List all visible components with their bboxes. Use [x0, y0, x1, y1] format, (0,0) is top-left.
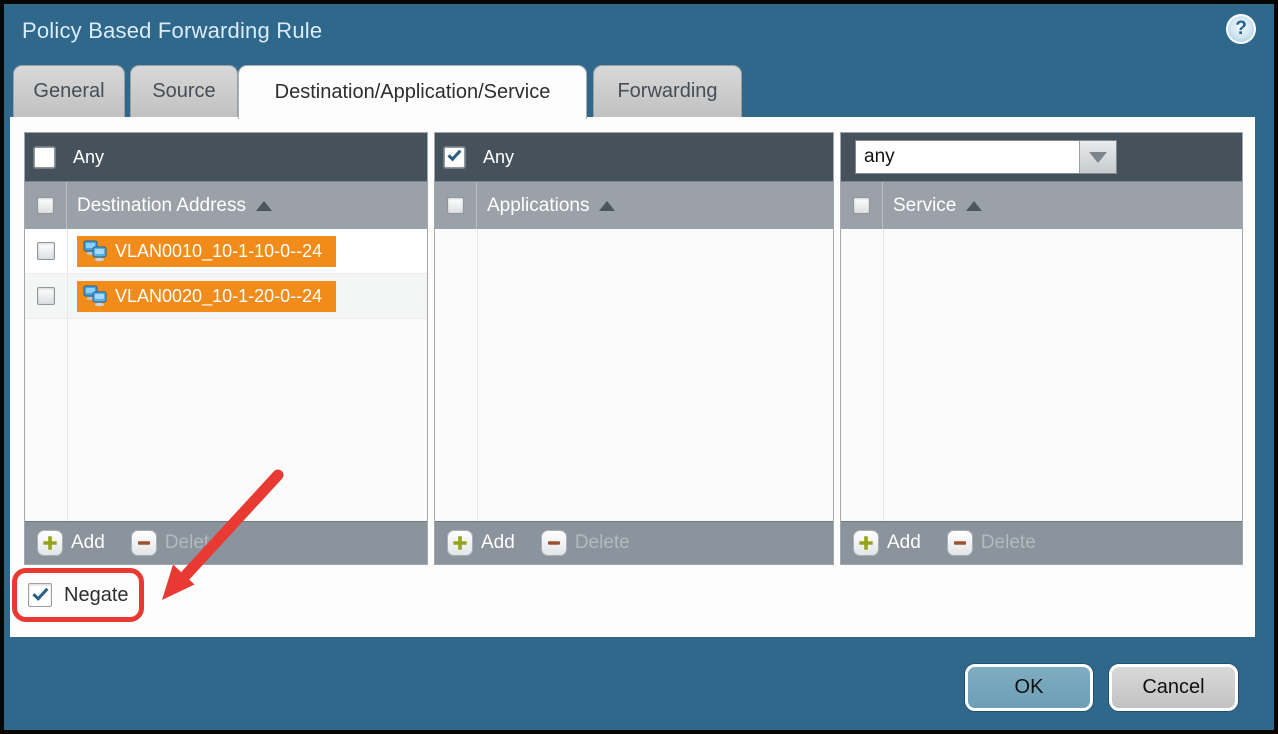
applications-panel: Any Applications Add [434, 132, 834, 565]
service-column-header-row: Service [841, 181, 1242, 229]
tab-source[interactable]: Source [130, 65, 238, 117]
network-address-icon [83, 285, 108, 307]
row-checkbox[interactable] [37, 287, 55, 305]
destination-footer: Add Delete [25, 521, 427, 564]
service-footer: Add Delete [841, 521, 1242, 564]
applications-footer: Add Delete [435, 521, 833, 564]
applications-select-all-checkbox[interactable] [447, 197, 464, 214]
service-column-header-label: Service [893, 195, 956, 217]
service-list [841, 229, 1242, 521]
plus-icon [853, 530, 879, 556]
applications-any-label: Any [483, 147, 514, 168]
chevron-down-icon [1089, 152, 1107, 163]
minus-icon [947, 530, 973, 556]
applications-column-header-row: Applications [435, 181, 833, 229]
address-object-label: VLAN0020_10-1-20-0--24 [115, 286, 322, 307]
address-object-label: VLAN0010_10-1-10-0--24 [115, 241, 322, 262]
applications-column-header[interactable]: Applications [477, 195, 615, 217]
applications-delete-button[interactable]: Delete [541, 530, 630, 556]
policy-based-forwarding-dialog: Policy Based Forwarding Rule ? General S… [0, 0, 1278, 734]
service-dropdown-value: any [856, 141, 1079, 173]
service-select-all-checkbox[interactable] [853, 197, 870, 214]
service-panel: any Service Add [840, 132, 1243, 565]
plus-icon [37, 530, 63, 556]
service-column-header[interactable]: Service [883, 195, 982, 217]
destination-delete-button[interactable]: Delete [131, 530, 220, 556]
destination-list: VLAN0010_10-1-10-0--24 [25, 229, 427, 521]
applications-any-row: Any [435, 133, 833, 181]
sort-ascending-icon [966, 201, 982, 211]
destination-any-label: Any [73, 147, 104, 168]
destination-address-panel: Any Destination Address [24, 132, 428, 565]
negate-checkbox[interactable] [28, 583, 52, 607]
service-delete-button[interactable]: Delete [947, 530, 1036, 556]
address-object-chip[interactable]: VLAN0010_10-1-10-0--24 [77, 236, 336, 267]
service-dropdown-row: any [841, 133, 1242, 181]
applications-add-button[interactable]: Add [447, 530, 515, 556]
ok-button[interactable]: OK [965, 664, 1093, 711]
destination-column-header-row: Destination Address [25, 181, 427, 229]
tab-content-area: Any Destination Address [10, 117, 1255, 637]
minus-icon [541, 530, 567, 556]
network-address-icon [83, 240, 108, 262]
cancel-button[interactable]: Cancel [1109, 664, 1238, 711]
plus-icon [447, 530, 473, 556]
sort-ascending-icon [599, 201, 615, 211]
checkmark-icon [447, 147, 461, 161]
destination-any-row: Any [25, 133, 427, 181]
service-dropdown-button[interactable] [1079, 141, 1116, 173]
tab-destination-application-service[interactable]: Destination/Application/Service [238, 65, 587, 119]
negate-label: Negate [64, 584, 129, 607]
destination-any-checkbox[interactable] [34, 147, 55, 168]
destination-select-all-checkbox[interactable] [37, 197, 54, 214]
applications-any-checkbox[interactable] [444, 147, 465, 168]
row-checkbox[interactable] [37, 242, 55, 260]
destination-column-header[interactable]: Destination Address [67, 195, 272, 217]
dialog-title: Policy Based Forwarding Rule [22, 18, 322, 44]
list-item[interactable]: VLAN0010_10-1-10-0--24 [25, 229, 427, 274]
applications-column-header-label: Applications [487, 195, 589, 217]
service-add-button[interactable]: Add [853, 530, 921, 556]
minus-icon [131, 530, 157, 556]
sort-ascending-icon [256, 201, 272, 211]
address-object-chip[interactable]: VLAN0020_10-1-20-0--24 [77, 281, 336, 312]
tab-general[interactable]: General [13, 65, 125, 117]
service-dropdown[interactable]: any [855, 140, 1117, 174]
destination-add-button[interactable]: Add [37, 530, 105, 556]
negate-highlight-annotation: Negate [12, 568, 144, 622]
applications-list [435, 229, 833, 521]
help-icon[interactable]: ? [1226, 14, 1256, 44]
tab-forwarding[interactable]: Forwarding [593, 65, 742, 117]
destination-column-header-label: Destination Address [77, 195, 246, 217]
checkmark-icon [32, 584, 48, 600]
list-item[interactable]: VLAN0020_10-1-20-0--24 [25, 274, 427, 319]
